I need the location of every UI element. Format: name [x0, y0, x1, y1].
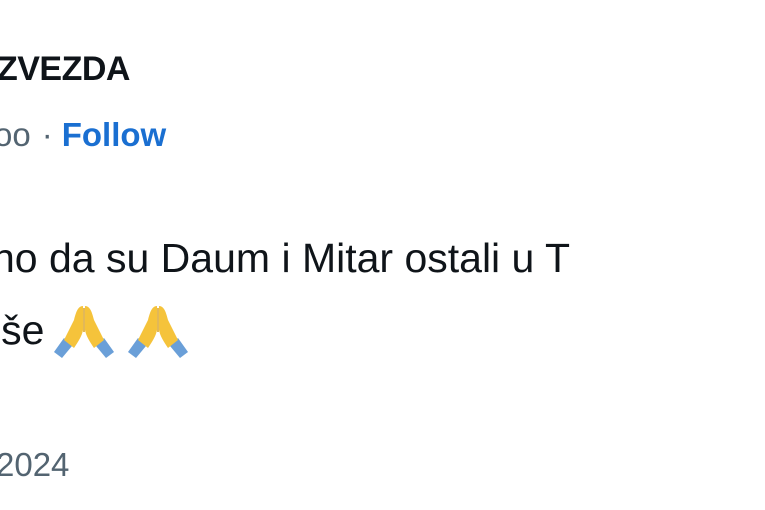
author-display-name[interactable]: iZVEZDA — [0, 50, 130, 89]
author-handle[interactable]: oo — [0, 116, 31, 154]
tweet-text-line-2: iše — [0, 294, 570, 366]
tweet-text-line-1: no da su Daum i Mitar ostali u T — [0, 235, 571, 281]
folded-hands-icon — [128, 306, 189, 358]
meta-separator: · — [41, 116, 53, 153]
author-meta-row: oo · Follow — [0, 116, 166, 154]
tweet-card: iZVEZDA oo · Follow no da su Daum i Mita… — [0, 0, 765, 510]
tweet-text-line-2-text: iše — [0, 307, 45, 353]
tweet-timestamp[interactable]: 2024 — [0, 446, 69, 484]
tweet-text: no da su Daum i Mitar ostali u T iše — [0, 222, 570, 366]
follow-button[interactable]: Follow — [62, 116, 166, 154]
folded-hands-icon — [54, 306, 115, 358]
